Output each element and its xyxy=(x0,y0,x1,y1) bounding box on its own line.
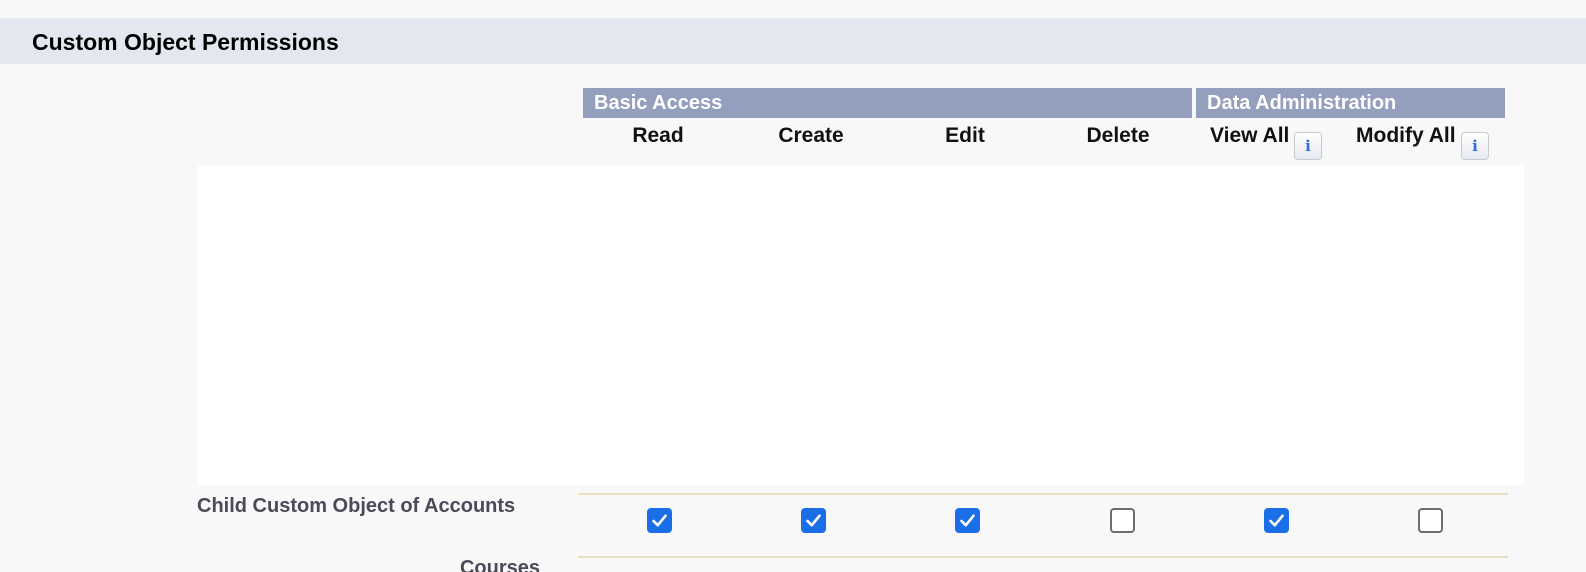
modify-all-checkbox[interactable] xyxy=(1418,508,1443,533)
info-glyph: i xyxy=(1305,137,1311,155)
column-header-create: Create xyxy=(778,124,844,147)
checkmark-icon xyxy=(652,514,667,527)
blank-content-panel xyxy=(198,165,1524,485)
section-header: Custom Object Permissions xyxy=(0,18,1586,64)
page: Custom Object Permissions Basic Access D… xyxy=(0,0,1586,572)
column-header-view-all: View All xyxy=(1210,124,1290,147)
column-header-delete: Delete xyxy=(1086,124,1150,147)
info-glyph: i xyxy=(1472,137,1478,155)
create-checkbox[interactable] xyxy=(801,508,826,533)
read-checkbox[interactable] xyxy=(647,508,672,533)
column-header-modify-all: Modify All xyxy=(1356,124,1456,147)
group-header-basic-access: Basic Access xyxy=(583,88,1192,118)
edit-checkbox[interactable] xyxy=(955,508,980,533)
modify-all-info-icon[interactable]: i xyxy=(1461,132,1489,160)
row-separator xyxy=(578,493,1508,495)
object-label-child-custom-object-of-accounts: Child Custom Object of Accounts xyxy=(197,495,516,517)
view-all-checkbox[interactable] xyxy=(1264,508,1289,533)
object-label-courses: Courses xyxy=(459,557,540,572)
view-all-info-icon[interactable]: i xyxy=(1294,132,1322,160)
column-header-edit: Edit xyxy=(945,124,985,147)
column-header-read: Read xyxy=(632,124,684,147)
checkmark-icon xyxy=(806,514,821,527)
group-header-data-administration: Data Administration xyxy=(1196,88,1505,118)
checkmark-icon xyxy=(960,514,975,527)
checkmark-icon xyxy=(1269,514,1284,527)
delete-checkbox[interactable] xyxy=(1110,508,1135,533)
section-title: Custom Object Permissions xyxy=(32,29,339,55)
row-separator xyxy=(578,556,1508,558)
